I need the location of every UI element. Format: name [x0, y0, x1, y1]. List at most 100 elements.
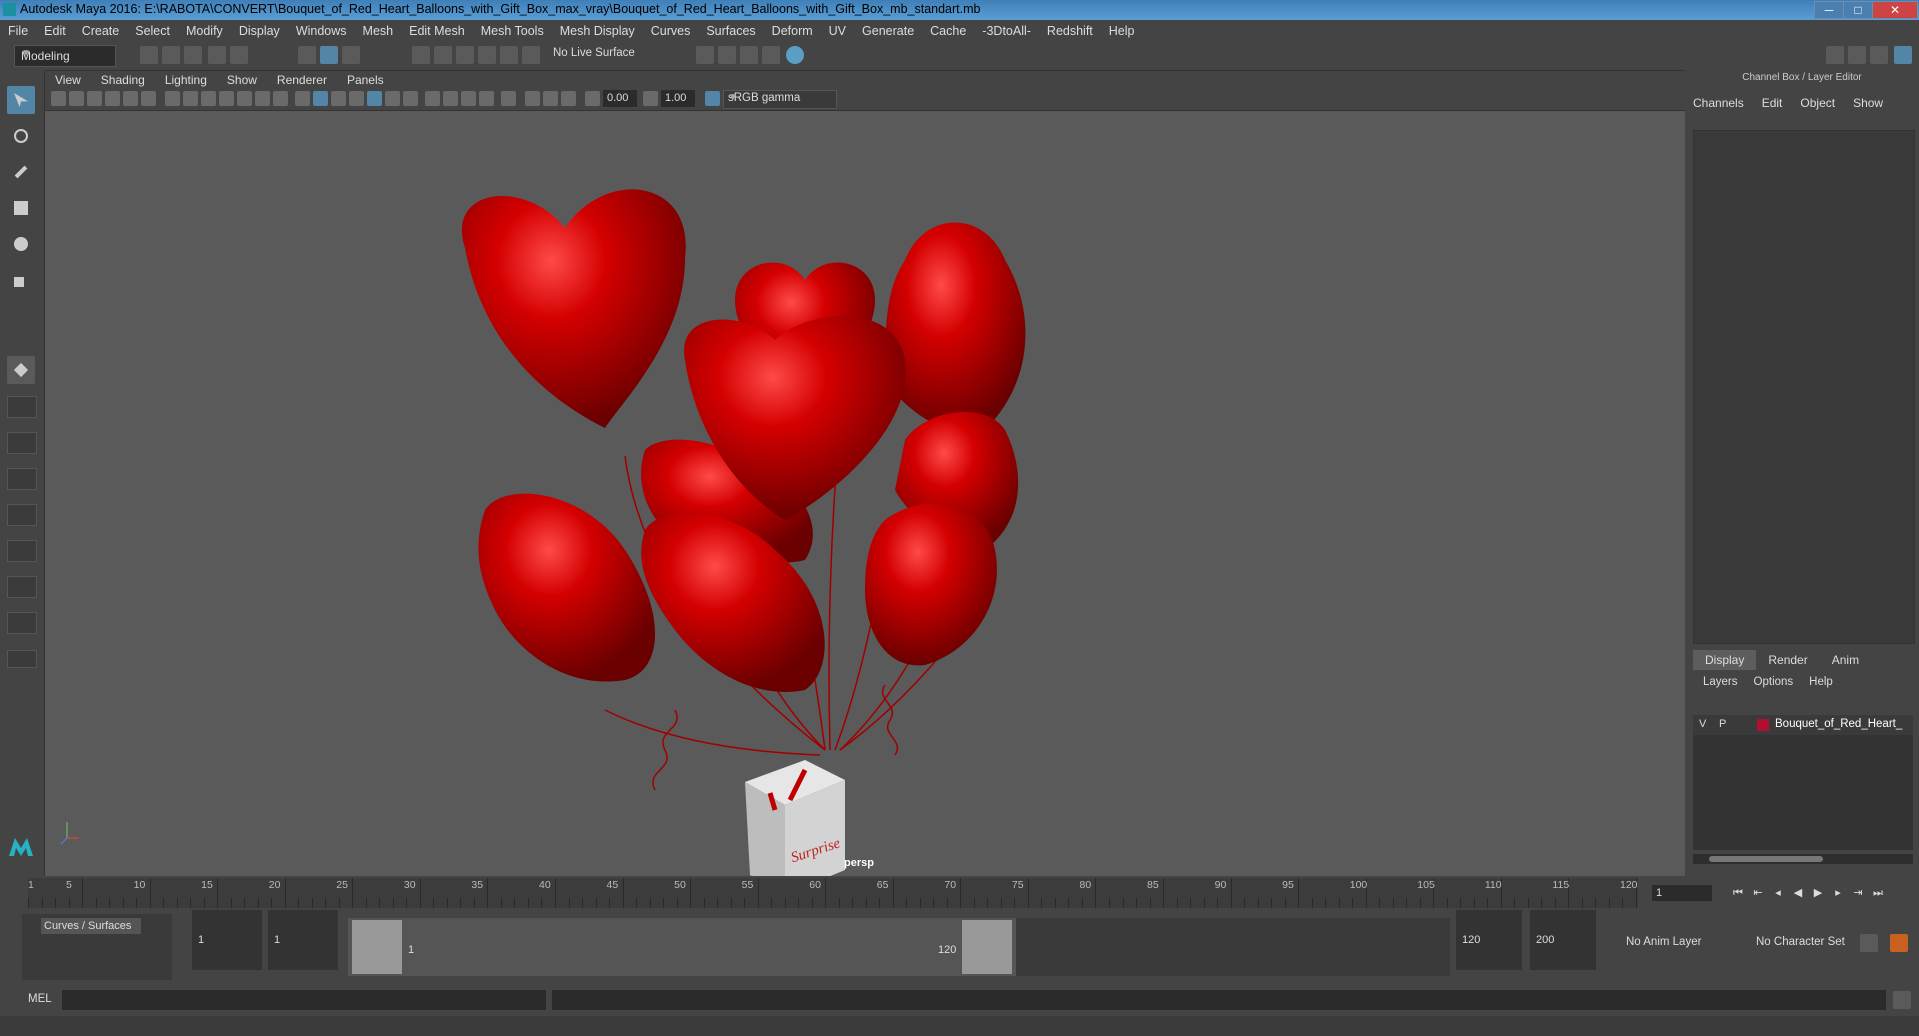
paint-select-tool-icon[interactable] [7, 158, 35, 186]
motion-blur-icon[interactable] [443, 91, 458, 106]
isolate-select-icon[interactable] [501, 91, 516, 106]
camera-attributes-icon[interactable] [69, 91, 84, 106]
mode-selector[interactable]: Modeling ▼ [14, 45, 116, 67]
current-frame-field[interactable]: 1 [1652, 885, 1712, 901]
layer-name[interactable]: Bouquet_of_Red_Heart_ [1775, 718, 1911, 730]
timeline-track[interactable]: 1 5 10 15 20 25 30 35 40 45 50 55 60 65 70 75 80 85 90 95 1… [28, 878, 1638, 908]
field-chart-icon[interactable] [237, 91, 252, 106]
tab-display[interactable]: Display [1693, 650, 1757, 670]
viewport-menu-panels[interactable]: Panels [337, 73, 394, 87]
viewport-menu-shading[interactable]: Shading [91, 73, 155, 87]
modeling-toolkit-icon[interactable] [1826, 46, 1844, 64]
menu-object[interactable]: Object [1800, 96, 1835, 110]
snap-together-icon[interactable] [522, 46, 540, 64]
scale-tool-icon[interactable] [7, 266, 35, 294]
go-to-start-icon[interactable]: ⏮ [1732, 887, 1744, 899]
hypershade-icon[interactable] [786, 46, 804, 64]
channel-box-icon[interactable] [1894, 46, 1912, 64]
menu-surfaces[interactable]: Surfaces [698, 24, 763, 38]
wireframe-icon[interactable] [295, 91, 310, 106]
grease-pencil-icon[interactable] [141, 91, 156, 106]
use-all-lights-icon[interactable] [385, 91, 400, 106]
anim-start-field[interactable]: 1 [268, 910, 338, 970]
animation-preferences-icon[interactable] [1890, 934, 1908, 952]
grid-icon[interactable] [165, 91, 180, 106]
open-scene-icon[interactable] [162, 46, 180, 64]
menu-redshift[interactable]: Redshift [1039, 24, 1101, 38]
menu-create[interactable]: Create [74, 24, 128, 38]
snap-point-icon[interactable] [456, 46, 474, 64]
menu-show-channels[interactable]: Show [1853, 96, 1883, 110]
undo-icon[interactable] [208, 46, 226, 64]
viewport-menu-renderer[interactable]: Renderer [267, 73, 337, 87]
step-back-frame-icon[interactable]: ◂ [1772, 887, 1784, 899]
menu-channels[interactable]: Channels [1693, 96, 1744, 110]
viewport-panel[interactable]: View Shading Lighting Show Renderer Pane… [44, 70, 1686, 877]
gate-mask-icon[interactable] [219, 91, 234, 106]
image-plane-icon[interactable] [105, 91, 120, 106]
anti-aliasing-icon[interactable] [461, 91, 476, 106]
minimize-button[interactable]: ─ [1814, 1, 1844, 19]
time-slider[interactable]: 1 5 10 15 20 25 30 35 40 45 50 55 60 65 70 75 80 85 90 95 1… [0, 876, 1919, 910]
lasso-tool-icon[interactable] [7, 122, 35, 150]
xray-joints-icon[interactable] [543, 91, 558, 106]
menu-options[interactable]: Options [1754, 676, 1794, 688]
attribute-editor-icon[interactable] [1848, 46, 1866, 64]
screen-space-ao-icon[interactable] [425, 91, 440, 106]
layout-four-view-icon[interactable] [7, 396, 37, 418]
default-material-icon[interactable] [331, 91, 346, 106]
save-scene-icon[interactable] [184, 46, 202, 64]
menu-mesh-tools[interactable]: Mesh Tools [473, 24, 552, 38]
menu-generate[interactable]: Generate [854, 24, 922, 38]
tool-settings-icon[interactable] [1870, 46, 1888, 64]
menu-mesh[interactable]: Mesh [355, 24, 402, 38]
safe-title-icon[interactable] [273, 91, 288, 106]
layout-outliner-icon[interactable] [7, 576, 37, 598]
range-track[interactable]: 1 120 [348, 918, 1450, 976]
range-end-handle[interactable] [962, 920, 1012, 974]
render-settings-icon[interactable] [696, 46, 714, 64]
viewport-menu-show[interactable]: Show [217, 73, 267, 87]
start-time-field[interactable]: 1 [192, 910, 262, 970]
menu-edit-channels[interactable]: Edit [1762, 96, 1783, 110]
select-object-icon[interactable] [320, 46, 338, 64]
play-forward-icon[interactable]: ▶ [1812, 887, 1824, 899]
menu-uv[interactable]: UV [821, 24, 854, 38]
anim-end-field[interactable]: 120 [1456, 910, 1522, 970]
xray-icon[interactable] [525, 91, 540, 106]
menu-file[interactable]: File [0, 24, 36, 38]
menu-help[interactable]: Help [1101, 24, 1143, 38]
view-transform-selector[interactable]: sRGB gamma ▼ [723, 90, 837, 109]
command-input[interactable] [62, 990, 546, 1010]
close-button[interactable]: ✕ [1872, 1, 1918, 19]
select-hierarchy-icon[interactable] [298, 46, 316, 64]
layout-two-view-icon[interactable] [7, 432, 37, 454]
go-to-end-icon[interactable]: ⏭ [1872, 887, 1884, 899]
select-tool-icon[interactable] [7, 86, 35, 114]
shelf-tab-curves-surfaces[interactable]: Curves / Surfaces [41, 918, 141, 934]
step-forward-frame-icon[interactable]: ▸ [1832, 887, 1844, 899]
menu-cache[interactable]: Cache [922, 24, 974, 38]
textured-icon[interactable] [367, 91, 382, 106]
menu-deform[interactable]: Deform [764, 24, 821, 38]
snap-view-plane-icon[interactable] [478, 46, 496, 64]
menu-curves[interactable]: Curves [643, 24, 699, 38]
layer-row[interactable]: V P Bouquet_of_Red_Heart_ [1693, 715, 1913, 735]
xray-components-icon[interactable] [561, 91, 576, 106]
layout-graph-icon[interactable] [7, 612, 37, 634]
render-view-icon[interactable] [762, 46, 780, 64]
depth-of-field-icon[interactable] [479, 91, 494, 106]
menu-display[interactable]: Display [231, 24, 288, 38]
menu-edit[interactable]: Edit [36, 24, 74, 38]
layer-visibility-toggle[interactable]: V [1699, 718, 1706, 730]
step-back-key-icon[interactable]: ⇤ [1752, 887, 1764, 899]
menu-layers[interactable]: Layers [1703, 676, 1738, 688]
render-frame-icon[interactable] [718, 46, 736, 64]
layer-color-swatch[interactable] [1757, 719, 1769, 731]
new-scene-icon[interactable] [140, 46, 158, 64]
select-camera-icon[interactable] [51, 91, 66, 106]
snap-curve-icon[interactable] [434, 46, 452, 64]
rotate-tool-icon[interactable] [7, 230, 35, 258]
safe-action-icon[interactable] [255, 91, 270, 106]
tab-anim[interactable]: Anim [1820, 650, 1871, 670]
